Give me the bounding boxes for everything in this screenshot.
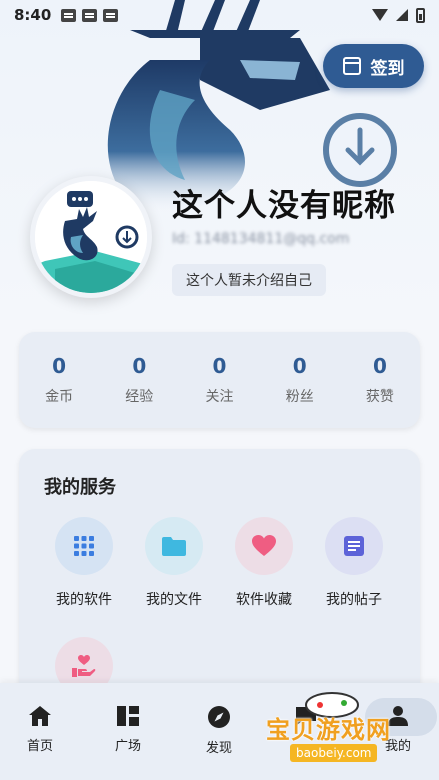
services-title: 我的服务 (44, 477, 116, 498)
stat-label: 经验 (125, 389, 154, 405)
nav-label: 发现 (205, 741, 232, 756)
stat-likes[interactable]: 0 获赞 (340, 332, 420, 428)
stat-value: 0 (292, 354, 307, 378)
home-icon (29, 706, 51, 726)
status-bar: 8:40 (0, 0, 439, 30)
stat-value: 0 (372, 354, 387, 378)
stat-coins[interactable]: 0 金币 (19, 332, 99, 428)
stat-followers[interactable]: 0 粉丝 (260, 332, 340, 428)
folder-icon (162, 537, 186, 556)
stat-following[interactable]: 0 关注 (179, 332, 259, 428)
stat-label: 获赞 (365, 389, 394, 405)
nav-discover[interactable]: 发现 (175, 683, 263, 780)
compass-icon (208, 706, 230, 728)
service-my-files[interactable]: 我的文件 (129, 517, 219, 609)
nav-label: 首页 (26, 739, 53, 754)
service-label: 我的文件 (146, 592, 202, 608)
message-icon (103, 8, 119, 22)
nav-square[interactable]: 广场 (84, 683, 172, 780)
service-label: 我的软件 (56, 592, 112, 608)
service-my-posts[interactable]: 我的帖子 (309, 517, 399, 609)
services-card: 我的服务 我的软件 我的文件 软件收藏 我的帖子 (19, 449, 420, 699)
nav-label: 广场 (114, 739, 141, 754)
stat-label: 金币 (45, 389, 74, 405)
nickname: 这个人没有昵称 (172, 188, 396, 224)
grid-icon (74, 536, 94, 556)
stat-value: 0 (212, 354, 227, 378)
stat-value: 0 (132, 354, 147, 378)
stat-label: 关注 (205, 389, 234, 405)
heart-icon (252, 535, 276, 556)
signin-button[interactable]: 签到 (323, 44, 424, 88)
watermark: 宝贝游戏网 baobeiy.com (262, 690, 408, 770)
stats-card: 0 金币 0 经验 0 关注 0 粉丝 0 获赞 (19, 332, 420, 428)
service-my-software[interactable]: 我的软件 (39, 517, 129, 609)
document-icon (344, 536, 364, 556)
avatar[interactable] (30, 176, 152, 298)
nav-home[interactable]: 首页 (0, 683, 84, 780)
user-id: Id: 1148134811@qq.com (172, 231, 350, 247)
wifi-icon (372, 9, 388, 21)
service-label: 我的帖子 (326, 592, 382, 608)
signal-icon (396, 9, 408, 21)
watermark-url: baobeiy.com (290, 744, 378, 762)
service-favorites[interactable]: 软件收藏 (219, 517, 309, 609)
calendar-icon (342, 57, 361, 75)
signin-label: 签到 (370, 58, 405, 79)
deer-logo-icon (35, 181, 147, 293)
stat-value: 0 (52, 354, 67, 378)
status-time: 8:40 (14, 6, 52, 24)
bio-badge[interactable]: 这个人暂未介绍自己 (172, 264, 326, 296)
message-icon (61, 8, 77, 22)
message-icon (82, 8, 98, 22)
battery-icon (416, 7, 425, 23)
hand-heart-icon (72, 655, 96, 677)
stat-experience[interactable]: 0 经验 (99, 332, 179, 428)
bio-text: 这个人暂未介绍自己 (186, 273, 312, 289)
stat-label: 粉丝 (285, 389, 314, 405)
square-grid-icon (117, 706, 139, 726)
service-label: 软件收藏 (236, 592, 292, 608)
watermark-text: 宝贝游戏网 (266, 716, 391, 744)
